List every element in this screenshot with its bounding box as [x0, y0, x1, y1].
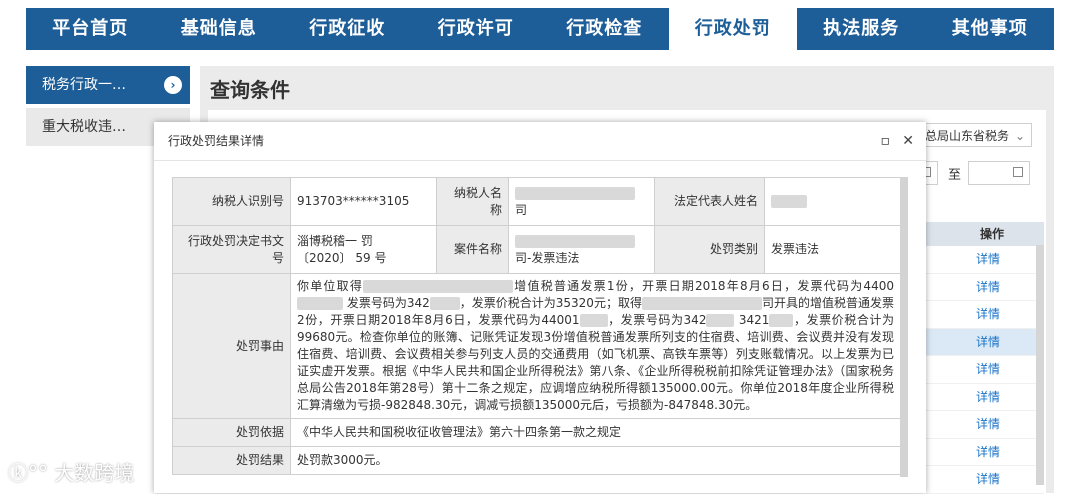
modal-title: 行政处罚结果详情 — [168, 134, 265, 148]
results-rows: 详情 详情 详情 详情 详情 详情 详情 详情 详情 — [926, 246, 1044, 494]
decision-no-label: 行政处罚决定书文号 — [172, 225, 291, 274]
sidebar-item-tax-admin[interactable]: 税务行政一… › — [26, 66, 190, 108]
redacted-block — [769, 314, 794, 327]
sidebar-item-label: 重大税收违… — [42, 119, 126, 135]
legal-rep-label: 法定代表人姓名 — [654, 177, 765, 226]
redacted-block — [771, 195, 807, 208]
nav-home[interactable]: 平台首页 — [26, 8, 155, 50]
legal-rep-cell — [764, 177, 901, 226]
watermark: ⓚ°° 大数跨境 — [8, 458, 134, 488]
nav-admin-inspection[interactable]: 行政检查 — [540, 8, 669, 50]
date-to-label: 至 — [948, 168, 962, 183]
nav-enforcement-service[interactable]: 执法服务 — [797, 8, 926, 50]
nav-admin-penalty[interactable]: 行政处罚 — [668, 8, 797, 50]
modal-scrollbar[interactable] — [900, 177, 908, 477]
details-link[interactable]: 详情 — [926, 384, 1044, 411]
tax-office-select-value: 务总局山东省税务 — [913, 129, 1010, 143]
redacted-block — [363, 280, 514, 293]
table-row: 处罚事由 你单位取得 增值税普通发票1份，开票日期2018年8月6日，发票代码为4… — [172, 273, 901, 419]
reason-value: 你单位取得 增值税普通发票1份，开票日期2018年8月6日，发票代码为4400 发… — [290, 273, 901, 419]
result-label: 处罚结果 — [172, 446, 291, 475]
chevron-down-icon: ⌄ — [1014, 129, 1025, 143]
sidebar-item-label: 税务行政一… — [42, 77, 126, 93]
taxpayer-name-value: 司 — [515, 202, 528, 217]
modal-header: 行政处罚结果详情 ▫ ✕ — [154, 122, 926, 161]
table-row: 行政处罚决定书文号 淄博税稽一 罚 〔2020〕 59 号 案件名称 司-发票违… — [172, 225, 901, 274]
basis-label: 处罚依据 — [172, 418, 291, 447]
nav-other-matters[interactable]: 其他事项 — [926, 8, 1055, 50]
watermark-text: 大数跨境 — [54, 461, 135, 485]
details-link[interactable]: 详情 — [926, 301, 1044, 329]
redacted-block — [579, 314, 608, 327]
modal-body: 纳税人识别号 913703******3105 纳税人名称 司 法定代表人姓名 … — [154, 161, 926, 493]
details-link[interactable]: 详情 — [926, 274, 1044, 301]
details-link[interactable]: 详情 — [926, 439, 1044, 466]
taxpayer-id-label: 纳税人识别号 — [172, 177, 291, 226]
results-table: 操作 详情 详情 详情 详情 详情 详情 详情 详情 详情 — [926, 222, 1044, 494]
nav-basic-info[interactable]: 基础信息 — [155, 8, 284, 50]
redacted-block — [297, 297, 343, 310]
penalty-detail-modal: 行政处罚结果详情 ▫ ✕ 纳税人识别号 913703******3105 纳税人… — [154, 122, 926, 493]
end-date-input[interactable] — [968, 161, 1030, 185]
taxpayer-name-label: 纳税人名称 — [436, 177, 509, 226]
maximize-icon[interactable]: ▫ — [881, 122, 891, 160]
case-name-cell: 司-发票违法 — [508, 225, 655, 274]
nav-admin-license[interactable]: 行政许可 — [412, 8, 541, 50]
decision-no-value: 淄博税稽一 罚 〔2020〕 59 号 — [290, 225, 437, 274]
category-label: 处罚类别 — [654, 225, 765, 274]
table-row: 处罚依据 《中华人民共和国税收征收管理法》第六十四条第一款之规定 — [172, 418, 901, 447]
results-scrollbar[interactable] — [1036, 245, 1044, 485]
details-link[interactable]: 详情 — [926, 466, 1044, 494]
basis-value: 《中华人民共和国税收征收管理法》第六十四条第一款之规定 — [290, 418, 901, 447]
redacted-block — [706, 314, 735, 327]
page-title: 查询条件 — [210, 78, 290, 102]
redacted-block — [429, 297, 460, 310]
table-row: 处罚结果 处罚款3000元。 — [172, 446, 901, 475]
redacted-block — [641, 297, 762, 310]
details-link[interactable]: 详情 — [926, 356, 1044, 384]
column-header-actions: 操作 — [926, 222, 1044, 246]
case-name-value: 司-发票违法 — [515, 250, 580, 265]
case-name-label: 案件名称 — [436, 225, 509, 274]
result-value: 处罚款3000元。 — [290, 446, 901, 475]
redacted-block — [515, 234, 635, 248]
top-nav: 平台首页 基础信息 行政征收 行政许可 行政检查 行政处罚 执法服务 其他事项 — [26, 8, 1054, 50]
taxpayer-id-value: 913703******3105 — [290, 177, 437, 226]
taxpayer-name-cell: 司 — [508, 177, 655, 226]
nav-admin-levy[interactable]: 行政征收 — [283, 8, 412, 50]
calendar-icon — [1013, 167, 1023, 177]
redacted-block — [515, 186, 635, 200]
category-value: 发票违法 — [764, 225, 901, 274]
close-icon[interactable]: ✕ — [902, 122, 914, 160]
table-row: 纳税人识别号 913703******3105 纳税人名称 司 法定代表人姓名 — [172, 177, 901, 226]
watermark-logo-icon: ⓚ°° — [8, 461, 55, 485]
details-link[interactable]: 详情 — [926, 246, 1044, 274]
details-link[interactable]: 详情 — [926, 411, 1044, 439]
details-link[interactable]: 详情 — [926, 328, 1044, 356]
chevron-right-icon: › — [164, 76, 182, 94]
reason-label: 处罚事由 — [172, 273, 291, 419]
detail-table: 纳税人识别号 913703******3105 纳税人名称 司 法定代表人姓名 … — [172, 177, 901, 475]
